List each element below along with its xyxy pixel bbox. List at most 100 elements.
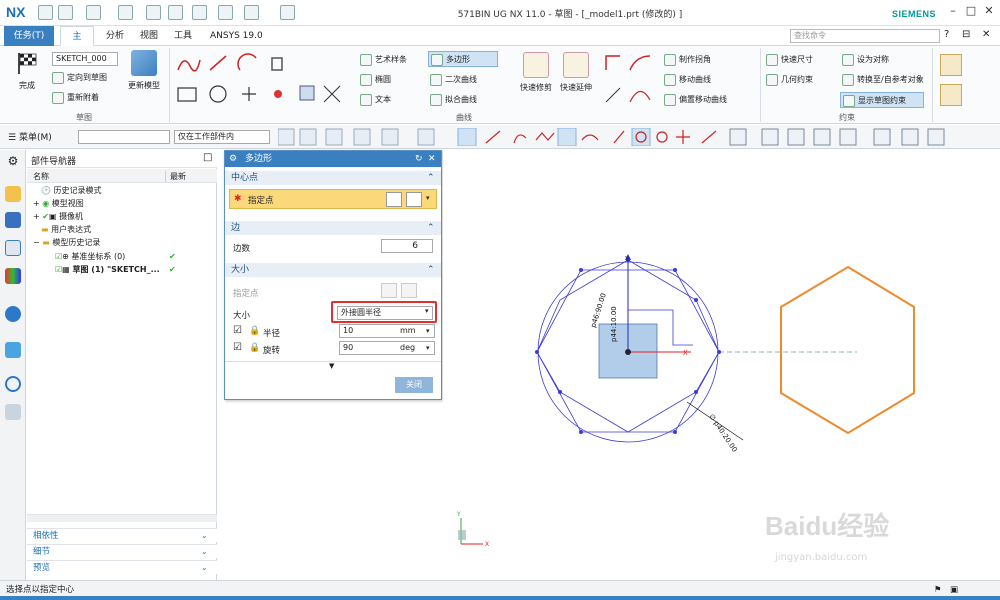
size-type-select[interactable]: 外接圆半径 [337,306,433,320]
hexagon-icon[interactable] [244,5,259,20]
tab-tools[interactable]: 工具 [166,26,200,46]
menu-button[interactable]: ☰ 菜单(M) [8,130,52,143]
system-materials-icon[interactable] [5,404,21,420]
constraint-navigator-icon[interactable] [5,212,21,228]
touch-mode-icon[interactable] [280,5,295,20]
quick-extend-button[interactable]: 快速延伸 [556,52,596,93]
preview-panel[interactable]: 预览 ⌄ [27,560,217,574]
expand-icon[interactable]: + [33,212,42,221]
geometric-constraint-button[interactable]: 几何约束 [766,72,813,88]
collapse-icon[interactable]: ⌃ [427,221,435,235]
settings-gear-icon[interactable]: ⚙ [5,154,21,170]
finish-sketch-button[interactable]: 完成 [8,50,46,91]
radius-input[interactable]: 10 mm ▾ [339,324,435,338]
point-inference-icon[interactable] [406,192,422,207]
details-panel[interactable]: 细节 ⌄ [27,544,217,558]
collapse-icon[interactable]: ⌃ [427,171,435,185]
reattach-button[interactable]: 重新附着 [52,90,99,106]
undo-icon[interactable] [86,5,101,20]
assembly-navigator-icon[interactable] [5,186,21,202]
center-point-section[interactable]: 中心点 ⌃ [225,171,441,185]
column-name[interactable]: 名称 [33,171,49,182]
close-dialog-button[interactable]: 关闭 [395,377,433,393]
dependencies-panel[interactable]: 相依性 ⌄ [27,528,217,542]
show-sketch-constraints-button[interactable]: 显示草图约束 [840,92,924,108]
reset-icon[interactable]: ↻ [415,151,423,167]
tree-item-cameras[interactable]: + ✔▣ 摄像机 [27,210,217,223]
tree-item-model-history[interactable]: − ▬ 模型历史记录 [27,236,217,249]
lock-icon[interactable]: 🔒 [249,343,260,353]
horizontal-scrollbar[interactable] [27,514,217,522]
more-options-icon[interactable]: ▼ [329,362,334,370]
web-browser-icon[interactable] [5,342,21,358]
chevron-down-icon[interactable]: ⌄ [201,561,208,575]
collapse-icon[interactable]: ⌃ [427,263,435,277]
edge-section[interactable]: 边 ⌃ [225,221,441,235]
ellipse-button[interactable]: 椭圆 [360,72,391,88]
chevron-down-icon[interactable]: ⌄ [201,529,208,543]
size-point-inference-icon[interactable] [401,283,417,298]
tree-item-history-mode[interactable]: 🕑 历史记录模式 [27,184,217,197]
offset-move-curve-button[interactable]: 偏置移动曲线 [664,92,727,108]
dimension-tool-icon[interactable] [940,84,962,106]
point-dialog-icon[interactable] [386,192,402,207]
chevron-down-icon[interactable]: ▾ [425,307,429,315]
tab-home[interactable]: 主页 [60,26,94,62]
polygon-button[interactable]: 多边形 [428,51,498,67]
size-section[interactable]: 大小 ⌃ [225,263,441,277]
minimize-button[interactable]: – [944,4,962,20]
conic-button[interactable]: 二次曲线 [430,72,477,88]
rotation-checkbox[interactable]: ☑ [233,342,242,353]
reuse-library-icon[interactable] [5,268,21,284]
paste-icon[interactable] [192,5,207,20]
type-filter-select[interactable] [78,130,170,144]
part-navigator-icon[interactable] [5,240,21,256]
maximize-button[interactable]: □ [962,4,980,20]
tree-item-user-expressions[interactable]: ▬ 用户表达式 [27,223,217,236]
history-clock-icon[interactable] [5,376,21,392]
rotation-input[interactable]: 90 deg ▾ [339,341,435,355]
navigator-maximize-icon[interactable]: □ [203,152,212,163]
tree-item-sketch[interactable]: ☑▦ 草图 (1) "SKETCH_... ✔ [27,263,217,276]
tree-item-model-views[interactable]: + ◉ 模型视图 [27,197,217,210]
rapid-dimension-button[interactable]: 快速尺寸 [766,52,813,68]
orient-to-sketch-button[interactable]: 定向到草图 [52,70,107,86]
text-button[interactable]: 文本 [360,92,391,108]
tab-ansys[interactable]: ANSYS 19.0 [202,26,271,46]
dropdown-arrow-icon[interactable]: ▾ [426,194,430,202]
fit-curve-button[interactable]: 拟合曲线 [430,92,477,108]
make-corner-button[interactable]: 制作拐角 [664,52,711,68]
help-icon[interactable]: ? [944,29,949,40]
copy-icon[interactable] [168,5,183,20]
chevron-down-icon[interactable]: ▾ [426,325,430,337]
radius-checkbox[interactable]: ☑ [233,325,242,336]
expand-icon[interactable]: + [33,199,42,208]
chevron-down-icon[interactable]: ⌄ [201,545,208,559]
command-search-input[interactable]: 查找命令 [790,29,940,43]
lock-icon[interactable]: 🔒 [249,326,260,336]
quick-trim-button[interactable]: 快速修剪 [516,52,556,93]
dialog-close-icon[interactable]: ✕ [428,151,436,167]
art-spline-button[interactable]: 艺术样条 [360,52,407,68]
dialog-gear-icon[interactable]: ⚙ [229,151,237,167]
save-all-icon[interactable] [58,5,73,20]
close-button[interactable]: ✕ [980,4,998,20]
size-point-dialog-icon[interactable] [381,283,397,298]
collapse-icon[interactable]: − [33,238,42,247]
update-model-button[interactable]: 更新模型 [124,50,164,91]
save-icon[interactable] [38,5,53,20]
hd3d-tools-icon[interactable] [5,306,21,322]
specify-center-point-row[interactable]: ✱ 指定点 ▾ [229,189,437,209]
sides-count-input[interactable]: 6 [381,239,433,253]
set-symmetric-button[interactable]: 设为对称 [842,52,889,68]
print-icon[interactable] [218,5,233,20]
sketch-name-select[interactable]: SKETCH_000 [52,52,118,66]
move-curve-button[interactable]: 移动曲线 [664,72,711,88]
tab-task[interactable]: 任务(T) [4,26,54,46]
tab-analysis[interactable]: 分析 [98,26,132,46]
tab-view[interactable]: 视图 [132,26,166,46]
doc-close-icon[interactable]: ✕ [982,29,990,40]
scope-select[interactable]: 仅在工作部件内 [174,130,270,144]
chevron-down-icon[interactable]: ▾ [426,342,430,354]
column-latest[interactable]: 最新 [165,171,186,182]
